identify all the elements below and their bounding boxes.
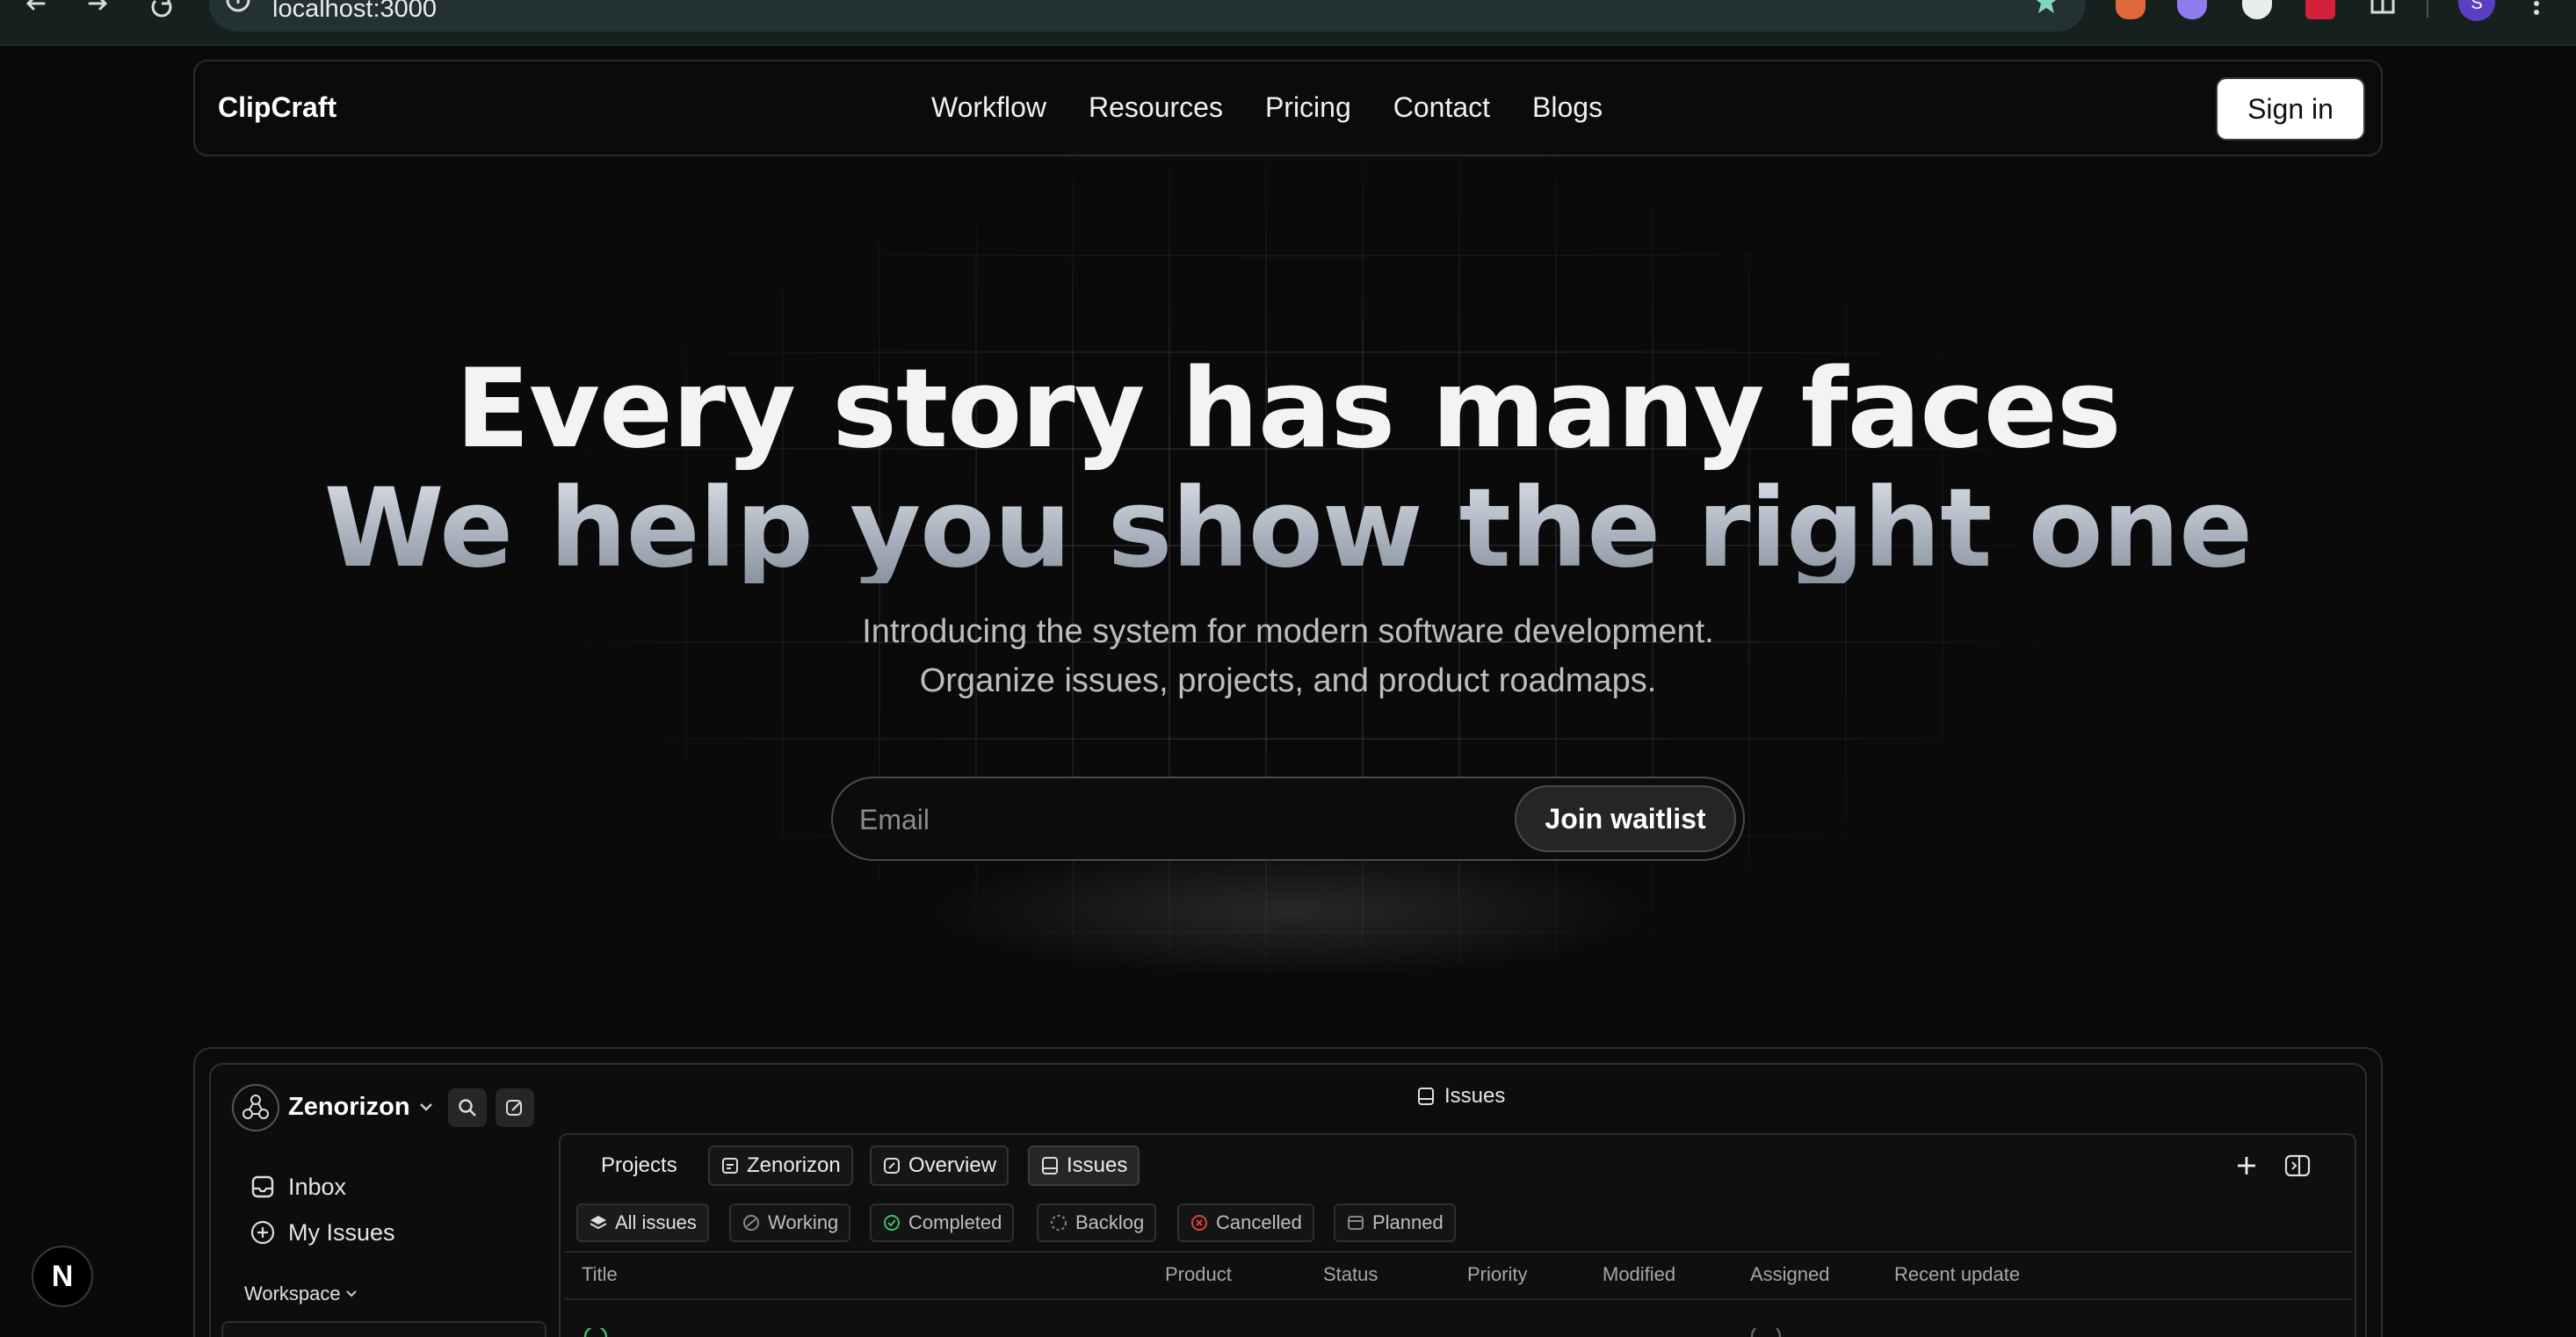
filter-label: Backlog bbox=[1075, 1211, 1145, 1233]
extension-cursor-icon[interactable] bbox=[2242, 0, 2272, 19]
tab-label: Zenorizon bbox=[747, 1153, 841, 1177]
tab-overview[interactable]: Overview bbox=[870, 1145, 1009, 1186]
profile-avatar[interactable]: S bbox=[2458, 0, 2495, 21]
column-header-recent-update[interactable]: Recent update bbox=[1894, 1265, 2020, 1284]
cancel-circle-icon bbox=[1191, 1215, 1207, 1231]
row-status-icon bbox=[583, 1328, 608, 1337]
hero-subtitle-line-2: Organize issues, projects, and product r… bbox=[919, 662, 1657, 699]
filter-label: Completed bbox=[908, 1211, 1002, 1233]
waitlist-glow bbox=[773, 843, 1810, 1037]
layers-icon bbox=[590, 1216, 607, 1230]
check-circle-icon bbox=[884, 1215, 900, 1231]
tab-label: Overview bbox=[908, 1153, 997, 1177]
browser-menu-icon[interactable] bbox=[2532, 0, 2541, 19]
column-header-modified[interactable]: Modified bbox=[1603, 1265, 1675, 1284]
column-header-assigned[interactable]: Assigned bbox=[1750, 1265, 1830, 1284]
tab-issues[interactable]: Issues bbox=[1028, 1145, 1140, 1186]
extension-ai-icon[interactable] bbox=[2177, 0, 2207, 19]
filter-completed[interactable]: Completed bbox=[870, 1203, 1015, 1242]
nav-link-resources[interactable]: Resources bbox=[1089, 93, 1223, 121]
bookmark-star-icon[interactable] bbox=[2031, 0, 2061, 19]
overview-icon bbox=[884, 1158, 900, 1174]
row-assignee-avatar bbox=[1748, 1328, 1784, 1337]
email-input[interactable] bbox=[859, 798, 1422, 842]
site-info-icon[interactable] bbox=[225, 0, 251, 16]
compose-icon[interactable] bbox=[496, 1088, 534, 1127]
extension-fox-icon[interactable] bbox=[2116, 0, 2145, 19]
reload-icon[interactable] bbox=[144, 0, 179, 19]
workspace-section-toggle[interactable]: Workspace bbox=[244, 1284, 358, 1304]
tab-label: Issues bbox=[1067, 1153, 1128, 1177]
forward-icon[interactable] bbox=[81, 0, 116, 19]
workspace-chevron-down-icon[interactable] bbox=[418, 1102, 434, 1114]
extensions-puzzle-icon[interactable] bbox=[2369, 0, 2399, 19]
hero-subtitle-line-1: Introducing the system for modern softwa… bbox=[862, 613, 1714, 650]
nav-links: Workflow Resources Pricing Contact Blogs bbox=[931, 93, 1645, 121]
my-issues-icon bbox=[250, 1220, 275, 1245]
filter-backlog[interactable]: Backlog bbox=[1037, 1203, 1157, 1242]
chevron-down-icon bbox=[345, 1290, 357, 1297]
planned-icon bbox=[1348, 1216, 1364, 1230]
hero-title: Every story has many faces bbox=[455, 346, 2121, 473]
sign-in-button[interactable]: Sign in bbox=[2218, 79, 2363, 139]
search-icon[interactable] bbox=[448, 1088, 487, 1127]
dashed-circle-icon bbox=[1051, 1215, 1067, 1231]
url-text: localhost:3000 bbox=[272, 0, 438, 23]
filter-label: Planned bbox=[1372, 1211, 1444, 1233]
column-header-title[interactable]: Title bbox=[582, 1265, 618, 1284]
filter-planned[interactable]: Planned bbox=[1334, 1203, 1456, 1242]
workspace-logo-icon[interactable] bbox=[232, 1084, 279, 1131]
browser-toolbar: localhost:3000 S bbox=[0, 0, 2576, 46]
sidebar-item-label: My Issues bbox=[288, 1218, 395, 1246]
join-waitlist-button[interactable]: Join waitlist bbox=[1515, 785, 1736, 852]
back-icon[interactable] bbox=[18, 0, 53, 19]
filter-working[interactable]: Working bbox=[729, 1203, 851, 1242]
nav-link-blogs[interactable]: Blogs bbox=[1532, 93, 1603, 121]
table-divider bbox=[564, 1251, 2353, 1253]
toggle-panel-icon[interactable] bbox=[2284, 1154, 2311, 1177]
workspace-section-label: Workspace bbox=[244, 1283, 341, 1304]
site-navbar: ClipCraft Workflow Resources Pricing Con… bbox=[193, 60, 2383, 156]
workspace-name[interactable]: Zenorizon bbox=[288, 1095, 410, 1120]
extension-recorder-icon[interactable] bbox=[2305, 0, 2335, 19]
nav-link-contact[interactable]: Contact bbox=[1393, 93, 1490, 121]
sidebar-item-label: Inbox bbox=[288, 1173, 347, 1200]
working-icon bbox=[743, 1215, 759, 1231]
issues-icon bbox=[1042, 1157, 1058, 1174]
table-divider bbox=[564, 1298, 2353, 1300]
column-header-priority[interactable]: Priority bbox=[1467, 1265, 1527, 1284]
nextjs-dev-badge[interactable]: N bbox=[32, 1246, 93, 1307]
sidebar-workspace-item[interactable] bbox=[221, 1321, 546, 1337]
sidebar-item-inbox[interactable]: Inbox bbox=[250, 1174, 346, 1200]
waitlist-form: Join waitlist bbox=[831, 777, 1745, 861]
column-header-product[interactable]: Product bbox=[1165, 1265, 1232, 1284]
inbox-icon bbox=[251, 1175, 274, 1198]
nav-link-workflow[interactable]: Workflow bbox=[931, 93, 1046, 121]
add-icon[interactable] bbox=[2235, 1154, 2258, 1177]
nav-link-pricing[interactable]: Pricing bbox=[1265, 93, 1351, 121]
brand-logo[interactable]: ClipCraft bbox=[218, 93, 336, 121]
filter-cancelled[interactable]: Cancelled bbox=[1177, 1203, 1314, 1242]
preview-header-label: Issues bbox=[1444, 1084, 1506, 1108]
filter-all-issues[interactable]: All issues bbox=[576, 1203, 709, 1242]
preview-header-title: Issues bbox=[1416, 1086, 1505, 1107]
sidebar-item-my-issues[interactable]: My Issues bbox=[250, 1219, 395, 1246]
address-bar[interactable]: localhost:3000 bbox=[209, 0, 2086, 32]
filter-label: Working bbox=[768, 1211, 839, 1233]
tab-projects[interactable]: Projects bbox=[590, 1145, 688, 1186]
column-header-status[interactable]: Status bbox=[1323, 1265, 1378, 1284]
issues-icon bbox=[1418, 1088, 1434, 1105]
toolbar-divider bbox=[2427, 0, 2428, 18]
tab-zenorizon[interactable]: Zenorizon bbox=[708, 1145, 853, 1186]
filter-label: All issues bbox=[615, 1211, 697, 1233]
hero-tagline: We help you show the right one bbox=[0, 474, 2576, 583]
project-icon bbox=[722, 1158, 738, 1174]
filter-label: Cancelled bbox=[1216, 1211, 1302, 1233]
